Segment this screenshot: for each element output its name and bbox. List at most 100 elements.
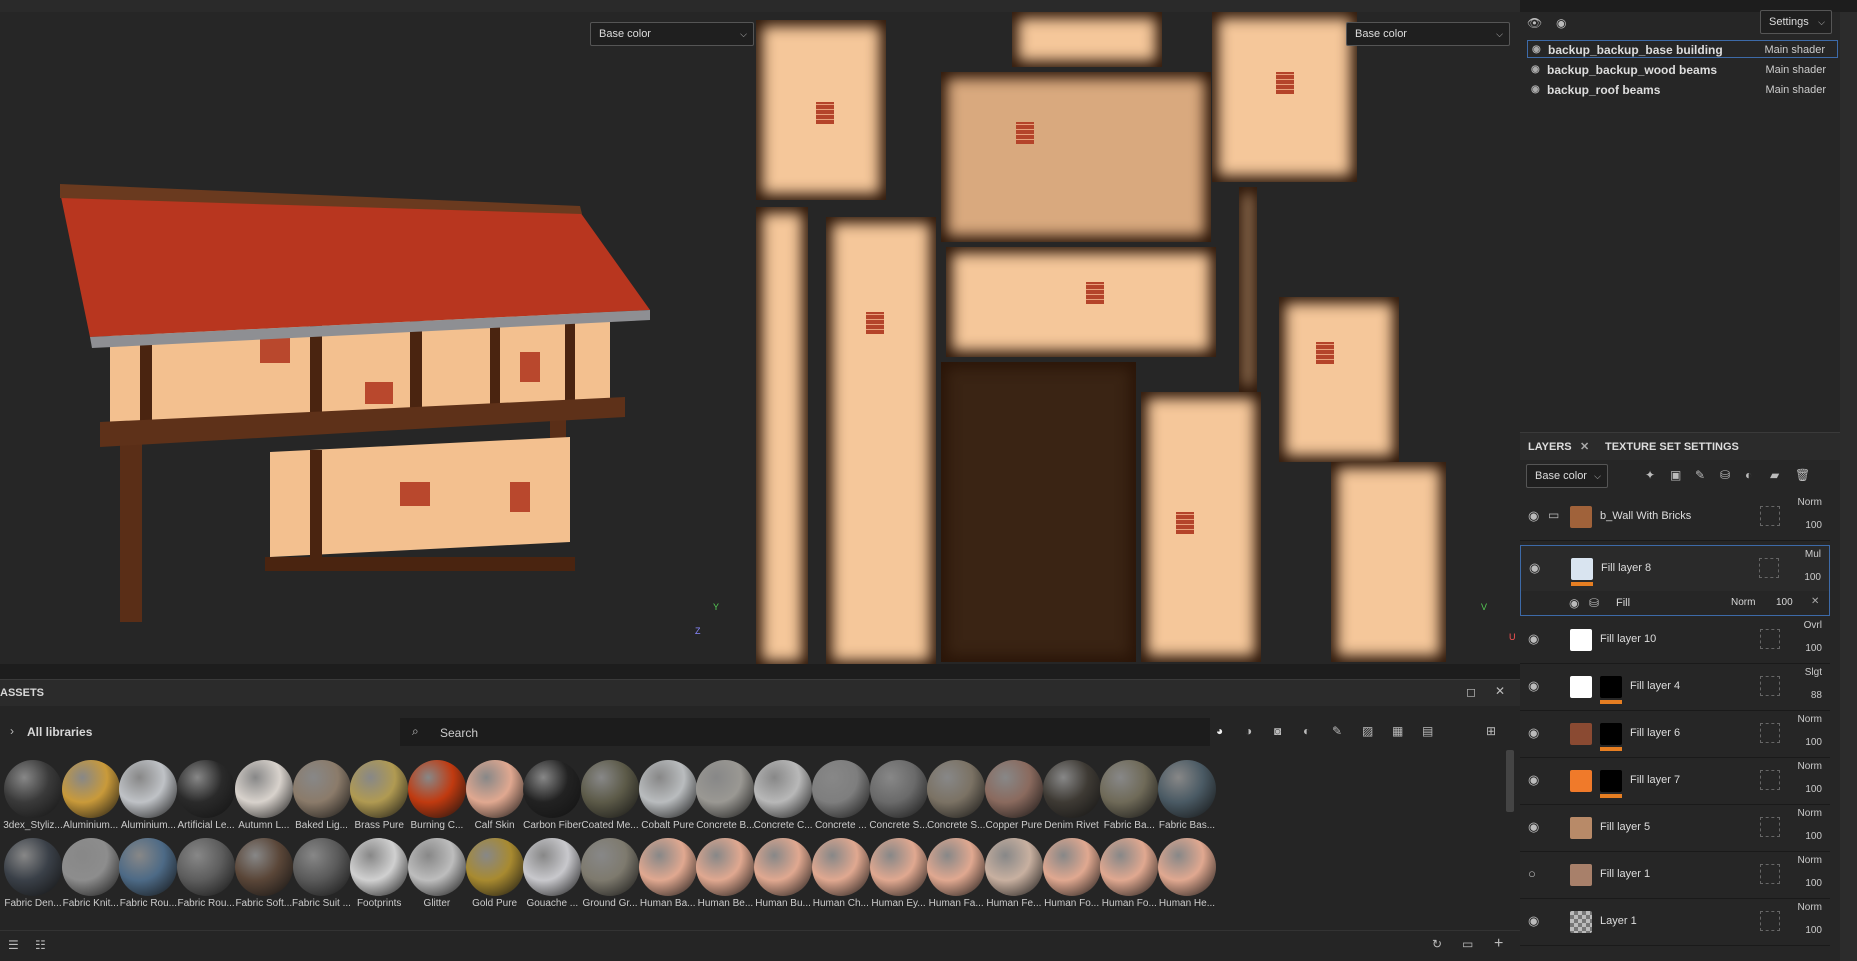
brush-icon[interactable]: ✎ — [1695, 468, 1705, 482]
material-preview-sphere[interactable] — [1042, 838, 1101, 896]
layer-row[interactable]: ◉ Fill layer 6 Norm 100 — [1520, 711, 1830, 758]
eye-icon[interactable]: ◉ — [1528, 678, 1539, 694]
layer-opacity[interactable]: 100 — [1786, 878, 1822, 889]
add-icon[interactable]: + — [1494, 935, 1503, 953]
assets-scrollbar[interactable] — [1506, 750, 1514, 812]
material-preview-sphere[interactable] — [292, 838, 351, 896]
settings-dropdown[interactable]: Settings ⌵ — [1760, 10, 1832, 34]
all-libraries-link[interactable]: All libraries — [27, 725, 92, 739]
grid-view-icon[interactable]: ⊞ — [1486, 724, 1496, 738]
search-input[interactable]: Search — [440, 726, 478, 740]
material-preview-sphere[interactable] — [696, 760, 755, 818]
maximize-icon[interactable]: ◻ — [1466, 685, 1476, 699]
mask-icon[interactable]: ◐ — [1745, 468, 1752, 482]
material-preview-sphere[interactable] — [177, 760, 236, 818]
viewport-3d[interactable]: Base color ⌵ Y Z — [0, 12, 756, 664]
smart-material-filter-icon[interactable]: ◑ — [1245, 724, 1252, 738]
eye-icon[interactable]: ◉ — [1532, 41, 1541, 59]
close-icon[interactable]: ✕ — [1811, 596, 1819, 607]
blend-mode[interactable]: Mul — [1785, 549, 1821, 560]
material-preview-sphere[interactable] — [350, 760, 409, 818]
magic-wand-icon[interactable]: ✦ — [1645, 468, 1655, 482]
material-preview-sphere[interactable] — [4, 760, 62, 818]
tab-layers[interactable]: LAYERS — [1528, 433, 1572, 461]
blend-mode[interactable]: Norm — [1786, 902, 1822, 913]
layer-row[interactable]: ◉ Fill layer 10 Ovrl 100 — [1520, 617, 1830, 664]
viewport-2d[interactable]: Base color ⌵ V U — [756, 12, 1520, 664]
material-preview-sphere[interactable] — [407, 838, 466, 896]
material-preview-sphere[interactable] — [754, 760, 813, 818]
tree-view-icon[interactable]: ☷ — [35, 938, 46, 952]
trash-icon[interactable]: 🗑 — [1795, 468, 1810, 482]
material-preview-sphere[interactable] — [1158, 760, 1216, 818]
brush-filter-icon[interactable]: ✎ — [1332, 724, 1342, 738]
texture-set-row[interactable]: ◉ backup_backup_wood beams Main shader — [1527, 61, 1838, 79]
layer-mask-slot[interactable] — [1759, 558, 1779, 578]
layer-row[interactable]: ◉ Fill layer 4 Slgt 88 — [1520, 664, 1830, 711]
chevron-right-icon[interactable]: › — [10, 724, 14, 738]
eye-closed-icon[interactable]: ○ — [1528, 866, 1536, 881]
material-preview-sphere[interactable] — [638, 760, 697, 818]
material-preview-sphere[interactable] — [869, 760, 928, 818]
texture-set-row[interactable]: ◉ backup_backup_base building Main shader — [1527, 40, 1838, 58]
blend-mode[interactable]: Norm — [1786, 714, 1822, 725]
material-preview-sphere[interactable] — [61, 760, 120, 818]
eye-icon[interactable]: ◉ — [1529, 560, 1540, 576]
tab-texture-set-settings[interactable]: TEXTURE SET SETTINGS — [1605, 433, 1739, 461]
blend-mode[interactable]: Norm — [1786, 855, 1822, 866]
close-icon[interactable]: ✕ — [1495, 684, 1505, 698]
material-preview-sphere[interactable] — [119, 760, 178, 818]
material-preview-sphere[interactable] — [811, 838, 870, 896]
layer-mask-slot[interactable] — [1760, 723, 1780, 743]
material-preview-sphere[interactable] — [696, 838, 755, 896]
eye-icon[interactable]: ◉ — [1528, 819, 1539, 835]
add-fill-icon[interactable]: ▣ — [1670, 468, 1681, 482]
close-icon[interactable]: ✕ — [1580, 433, 1589, 461]
layer-mask-slot[interactable] — [1760, 629, 1780, 649]
material-preview-sphere[interactable] — [4, 838, 62, 896]
material-preview-sphere[interactable] — [119, 838, 178, 896]
blend-mode[interactable]: Norm — [1731, 597, 1755, 608]
layer-opacity[interactable]: 100 — [1786, 737, 1822, 748]
material-preview-sphere[interactable] — [1100, 760, 1159, 818]
layer-opacity[interactable]: 88 — [1786, 690, 1822, 701]
material-preview-sphere[interactable] — [1042, 760, 1101, 818]
layer-opacity[interactable]: 100 — [1786, 520, 1822, 531]
channel-dropdown-3d[interactable]: Base color ⌵ — [590, 22, 754, 46]
material-preview-sphere[interactable] — [465, 760, 524, 818]
layer-row[interactable]: ◉ Layer 1 Norm 100 — [1520, 899, 1830, 946]
layer-mask-slot[interactable] — [1760, 817, 1780, 837]
material-preview-sphere[interactable] — [811, 760, 870, 818]
layer-opacity[interactable]: 100 — [1786, 831, 1822, 842]
eye-icon[interactable]: ◉ — [1528, 631, 1539, 647]
eye-icon[interactable]: ◉ — [1528, 508, 1539, 524]
generator-filter-icon[interactable]: ◐ — [1303, 724, 1310, 738]
blend-mode[interactable]: Norm — [1786, 761, 1822, 772]
visibility-icon[interactable]: ◉ — [1556, 16, 1576, 30]
material-preview-sphere[interactable] — [61, 838, 120, 896]
material-preview-sphere[interactable] — [177, 838, 236, 896]
blend-mode[interactable]: Norm — [1786, 808, 1822, 819]
channel-dropdown-2d[interactable]: Base color ⌵ — [1346, 22, 1510, 46]
material-preview-sphere[interactable] — [1100, 838, 1159, 896]
list-view-icon[interactable]: ☰ — [8, 938, 19, 952]
material-preview-sphere[interactable] — [638, 838, 697, 896]
texture-set-row[interactable]: ◉ backup_roof beams Main shader — [1527, 81, 1838, 99]
material-preview-sphere[interactable] — [234, 760, 293, 818]
eye-icon[interactable]: ◉ — [1531, 61, 1540, 79]
layer-mask-slot[interactable] — [1760, 864, 1780, 884]
layer-opacity[interactable]: 100 — [1786, 643, 1822, 654]
material-preview-sphere[interactable] — [581, 838, 639, 896]
eye-icon[interactable]: ◉ — [1528, 913, 1539, 929]
material-preview-sphere[interactable] — [984, 760, 1043, 818]
layer-row[interactable]: ◉ Fill layer 7 Norm 100 — [1520, 758, 1830, 805]
material-preview-sphere[interactable] — [407, 760, 466, 818]
material-preview-sphere[interactable] — [754, 838, 813, 896]
refresh-icon[interactable]: ↻ — [1432, 937, 1442, 951]
blend-mode[interactable]: Ovrl — [1786, 620, 1822, 631]
layer-row[interactable]: ◉ ▭ b_Wall With Bricks Norm 100 — [1520, 494, 1830, 541]
material-preview-sphere[interactable] — [523, 838, 582, 896]
folder-icon[interactable]: ▰ — [1770, 468, 1779, 482]
layers-channel-dropdown[interactable]: Base color ⌵ — [1526, 464, 1608, 488]
assets-search-bar[interactable]: ⌕ Search — [400, 718, 1210, 746]
